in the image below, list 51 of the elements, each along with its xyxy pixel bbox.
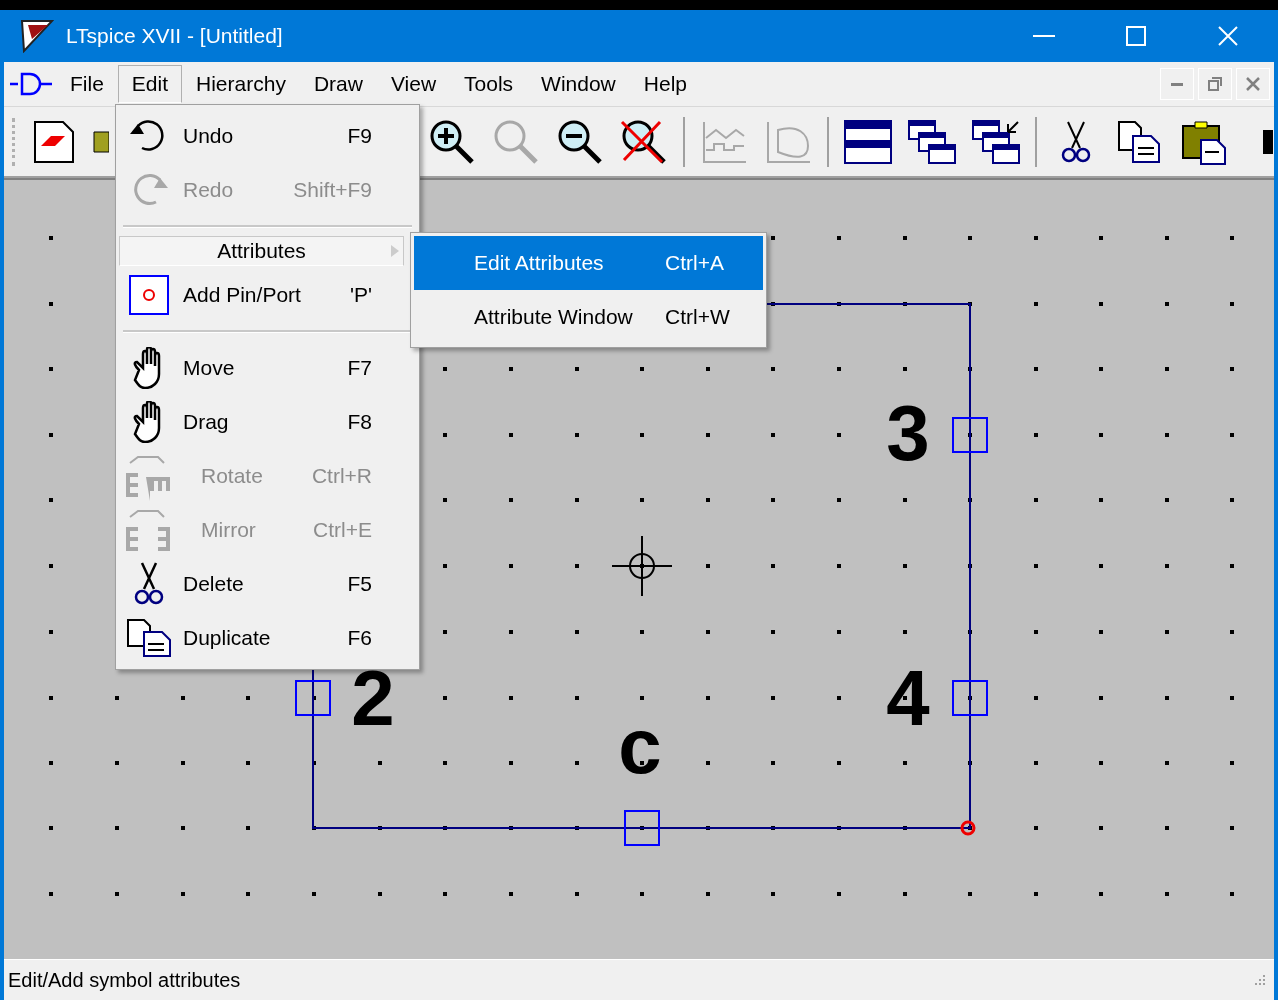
tile-windows-icon: [844, 119, 892, 164]
origin-marker: [960, 820, 976, 836]
menu-item[interactable]: Add Pin/Port 'P': [119, 268, 404, 322]
menu-item[interactable]: Edit Attributes Ctrl+A: [414, 236, 763, 290]
restore-icon: [1208, 77, 1222, 91]
window-title: LTspice XVII - [Untitled]: [66, 24, 284, 48]
copy-icon: [1117, 119, 1163, 164]
folder-icon: [93, 130, 109, 153]
pin-port-icon: [129, 275, 169, 315]
new-schematic-icon: [33, 119, 75, 164]
submenu-item[interactable]: Attributes: [119, 236, 404, 266]
maximize-icon: [1126, 26, 1146, 46]
restore-button[interactable]: [1198, 68, 1232, 100]
close-icon: [1218, 26, 1238, 46]
menu-item[interactable]: Undo F9: [119, 109, 404, 163]
minimize-button[interactable]: [1160, 68, 1194, 100]
pin-label: 3: [886, 387, 930, 479]
pin-box: [295, 680, 331, 716]
status-text: Edit/Add symbol attributes: [7, 968, 242, 992]
menu-item[interactable]: File: [56, 65, 118, 103]
minimize-icon: [1171, 82, 1183, 86]
pin-label: 4: [886, 652, 930, 744]
printer-icon: [1263, 129, 1273, 154]
arrange-windows-icon: [972, 119, 1020, 164]
crosshair-icon: [611, 535, 673, 597]
menu-item[interactable]: Edit: [117, 65, 183, 103]
scissors-icon: [132, 561, 166, 607]
close-icon: [1246, 77, 1260, 91]
menu-item[interactable]: Drag F8: [119, 395, 404, 449]
menu-item[interactable]: Window: [527, 65, 630, 103]
menu-item[interactable]: Tools: [450, 65, 528, 103]
menu-item[interactable]: Attribute Window Ctrl+W: [414, 290, 763, 344]
scissors-icon: [1060, 119, 1092, 164]
menu-item[interactable]: View: [376, 65, 451, 103]
menu-item[interactable]: Hierarchy: [182, 65, 300, 103]
menu-item[interactable]: Move F7: [119, 341, 404, 395]
pin-label: c: [618, 700, 662, 792]
cascade-windows-icon: [908, 119, 956, 164]
menu-item[interactable]: Delete F5: [119, 557, 404, 611]
menu-item[interactable]: Help: [629, 65, 701, 103]
pin-box: [952, 680, 988, 716]
app-logo-icon: [20, 19, 54, 53]
logic-gate-icon: [10, 72, 52, 96]
submenu-arrow-icon: [391, 245, 399, 257]
size-grip-icon: [1252, 973, 1266, 987]
close-button[interactable]: [1236, 68, 1270, 100]
pin-box: [624, 810, 660, 846]
menu-item[interactable]: Draw: [299, 65, 377, 103]
minimize-icon: [1033, 35, 1055, 37]
duplicate-icon: [126, 618, 172, 658]
pin-box: [952, 417, 988, 453]
